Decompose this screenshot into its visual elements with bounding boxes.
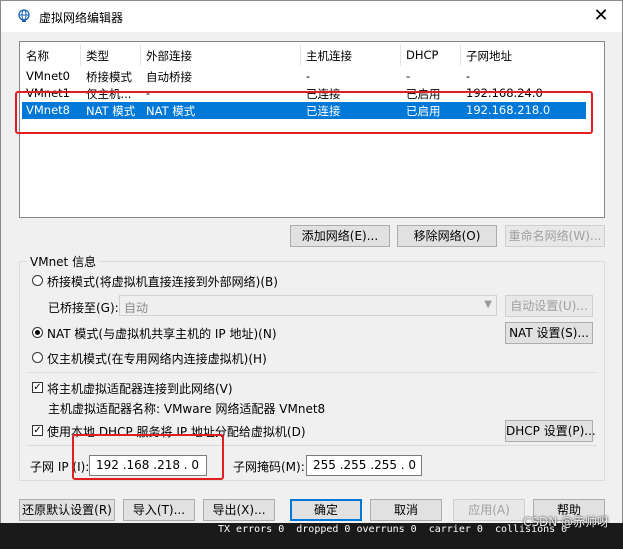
import-button[interactable]: 导入(T)... xyxy=(123,499,195,521)
nat-mode-label[interactable]: NAT 模式(与虚拟机共享主机的 IP 地址)(N) xyxy=(47,325,277,342)
window-title: 虚拟网络编辑器 xyxy=(39,11,124,25)
section-divider xyxy=(27,372,597,373)
table-row[interactable]: VMnet0 桥接模式 自动桥接 - - - xyxy=(22,68,586,85)
csdn-watermark: CSDN @赤帅呀 xyxy=(522,515,609,529)
cell-subnet: - xyxy=(466,69,471,83)
column-divider xyxy=(460,44,461,66)
rename-network-button[interactable]: 重命名网络(W)... xyxy=(505,225,605,247)
column-header-host[interactable]: 主机连接 xyxy=(306,48,352,64)
bridged-to-select[interactable]: 自动 ▼ xyxy=(119,295,497,316)
ok-button[interactable]: 确定 xyxy=(290,499,362,521)
cell-external: 自动桥接 xyxy=(146,70,192,84)
highlight-annotation xyxy=(15,91,593,134)
dhcp-checkbox[interactable]: ✓ xyxy=(32,425,43,436)
close-button[interactable]: ✕ xyxy=(590,5,612,27)
apply-button[interactable]: 应用(A) xyxy=(453,499,525,521)
column-divider xyxy=(80,44,81,66)
title-bar: 虚拟网络编辑器 ✕ xyxy=(1,1,622,32)
subnet-mask-label: 子网掩码(M): xyxy=(233,460,305,474)
cell-name: VMnet0 xyxy=(26,69,70,83)
connect-adapter-label[interactable]: 将主机虚拟适配器连接到此网络(V) xyxy=(47,380,233,397)
remove-network-button[interactable]: 移除网络(O) xyxy=(397,225,497,247)
bridged-to-value: 自动 xyxy=(124,301,149,315)
column-header-subnet[interactable]: 子网地址 xyxy=(466,48,512,64)
terminal-text: TX errors 0 dropped 0 overruns 0 carrier… xyxy=(218,524,568,535)
column-divider xyxy=(140,44,141,66)
nat-mode-radio[interactable] xyxy=(32,327,43,338)
nat-settings-button[interactable]: NAT 设置(S)... xyxy=(505,322,593,344)
network-globe-icon xyxy=(18,9,30,22)
column-header-external[interactable]: 外部连接 xyxy=(146,48,192,64)
bridged-to-label: 已桥接至(G): xyxy=(48,301,119,315)
bridge-mode-radio[interactable] xyxy=(32,275,43,286)
add-network-button[interactable]: 添加网络(E)... xyxy=(290,225,390,247)
cell-host: - xyxy=(306,69,311,83)
column-header-type[interactable]: 类型 xyxy=(86,48,109,64)
column-divider xyxy=(300,44,301,66)
subnet-mask-input[interactable]: 255 .255 .255 . 0 xyxy=(306,455,422,476)
virtual-network-editor-window: 虚拟网络编辑器 ✕ 名称 类型 外部连接 主机连接 DHCP 子网地址 VMne… xyxy=(0,0,623,536)
cell-dhcp: - xyxy=(406,69,411,83)
column-header-name[interactable]: 名称 xyxy=(26,48,49,64)
export-button[interactable]: 导出(X)... xyxy=(203,499,275,521)
dhcp-settings-button[interactable]: DHCP 设置(P)... xyxy=(505,420,596,442)
cancel-button[interactable]: 取消 xyxy=(370,499,442,521)
host-only-label[interactable]: 仅主机模式(在专用网络内连接虚拟机)(H) xyxy=(47,350,267,367)
auto-settings-button[interactable]: 自动设置(U)... xyxy=(505,295,593,317)
cell-type: 桥接模式 xyxy=(86,70,132,84)
column-divider xyxy=(400,44,401,66)
host-only-radio[interactable] xyxy=(32,352,43,363)
vmnet-info-title: VMnet 信息 xyxy=(27,253,100,270)
restore-defaults-button[interactable]: 还原默认设置(R) xyxy=(19,499,115,521)
adapter-name-text: 主机虚拟适配器名称: VMware 网络适配器 VMnet8 xyxy=(48,402,326,416)
column-header-dhcp[interactable]: DHCP xyxy=(406,48,438,62)
highlight-annotation xyxy=(72,434,224,480)
chevron-down-icon: ▼ xyxy=(484,299,492,310)
bridge-mode-label[interactable]: 桥接模式(将虚拟机直接连接到外部网络)(B) xyxy=(47,273,278,290)
connect-adapter-checkbox[interactable]: ✓ xyxy=(32,382,43,393)
